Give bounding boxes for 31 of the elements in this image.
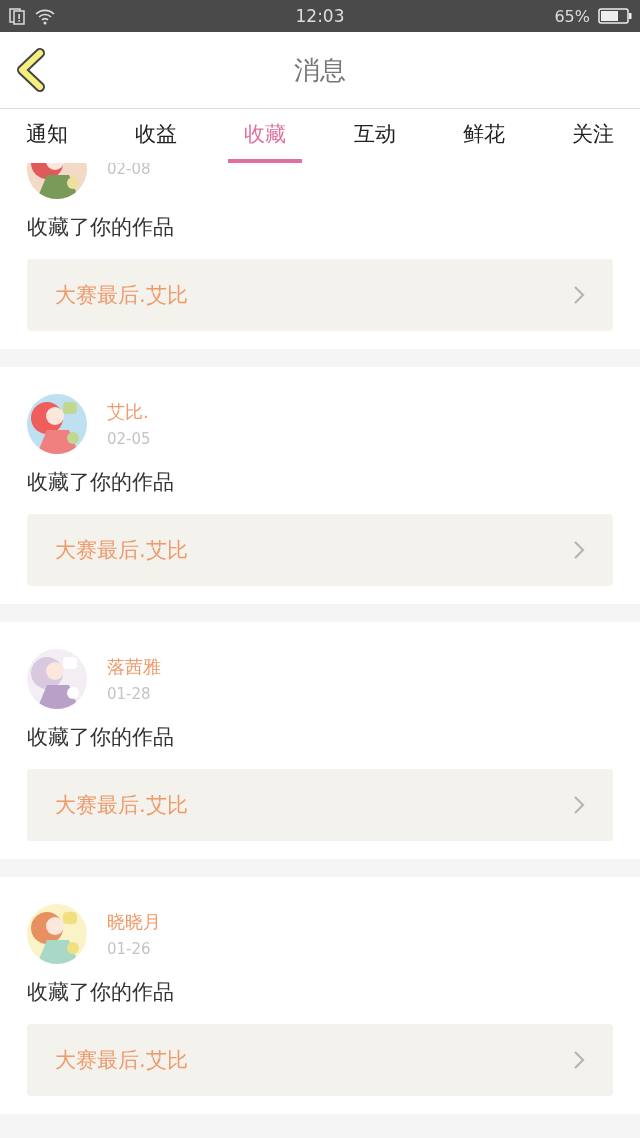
tab[interactable]: 鲜花: [446, 109, 521, 163]
back-button[interactable]: [14, 48, 48, 95]
user-name[interactable]: 晓晓月: [107, 910, 161, 934]
work-link[interactable]: 大赛最后.艾比: [27, 1024, 613, 1096]
clock: 12:03: [295, 6, 345, 26]
battery-percent: 65%: [554, 6, 590, 26]
message-date: 01-26: [107, 940, 152, 958]
user-name[interactable]: 落茜雅: [107, 655, 161, 679]
tab[interactable]: 关注: [555, 109, 630, 163]
wifi-icon: [34, 7, 56, 25]
tab[interactable]: 通知: [10, 109, 84, 163]
page-title: 消息: [294, 53, 346, 87]
chevron-icon: [573, 795, 585, 815]
work-link[interactable]: 大赛最后.艾比: [27, 769, 613, 841]
user-name[interactable]: 艾比.: [107, 400, 151, 424]
message-text: 收藏了你的作品: [27, 979, 175, 1006]
work-link[interactable]: 大赛最后.艾比: [27, 514, 613, 586]
message-date: 02-05: [107, 430, 151, 448]
message-date: 02-08: [107, 163, 151, 178]
message-date: 01-28: [107, 685, 152, 703]
message-text: 收藏了你的作品: [27, 469, 175, 496]
work-link[interactable]: 大赛最后.艾比: [27, 259, 613, 331]
chevron-icon: [573, 285, 585, 305]
message-text: 收藏了你的作品: [27, 724, 175, 751]
sim-icon: [8, 7, 26, 25]
tab[interactable]: 互动: [337, 109, 412, 163]
chevron-icon: [573, 540, 585, 560]
tab[interactable]: 收益: [119, 109, 194, 163]
battery-icon: [598, 8, 632, 24]
chevron-icon: [573, 1050, 585, 1070]
message-text: 收藏了你的作品: [27, 214, 175, 241]
